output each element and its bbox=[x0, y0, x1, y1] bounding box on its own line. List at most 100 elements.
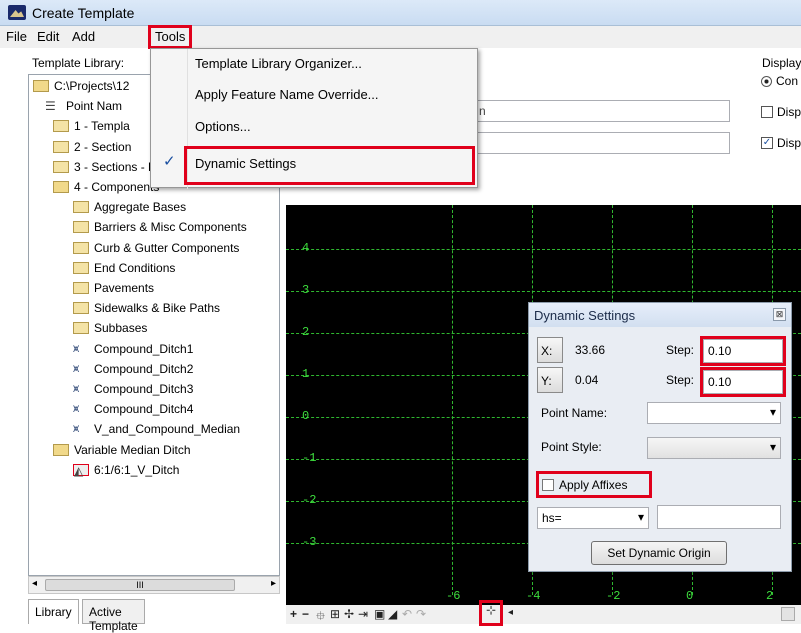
y-step-input[interactable]: 0.10 bbox=[700, 367, 786, 397]
window-title: Create Template bbox=[32, 5, 135, 21]
x-axis-label: -4 bbox=[526, 589, 541, 603]
tree-node[interactable]: Barriers & Misc Components bbox=[73, 218, 247, 236]
tab-library[interactable]: Library bbox=[28, 599, 79, 624]
template-library-label: Template Library: bbox=[32, 56, 125, 70]
y-lock-button[interactable]: Y: bbox=[537, 367, 563, 393]
undo-icon[interactable]: ↶ bbox=[402, 607, 412, 621]
checkbox-icon[interactable] bbox=[761, 106, 773, 118]
scroll-left-icon[interactable]: ◂ bbox=[32, 578, 37, 589]
tab-active-template[interactable]: Active Template bbox=[82, 599, 145, 633]
folder-icon bbox=[73, 261, 89, 274]
tree-node-label: Compound_Ditch3 bbox=[94, 382, 194, 396]
menu-item-options[interactable]: Options... bbox=[195, 119, 251, 134]
close-icon[interactable]: ⊠ bbox=[773, 308, 786, 321]
menu-file[interactable]: File bbox=[2, 28, 31, 46]
y-axis-label: 3 bbox=[302, 283, 310, 297]
tree-node[interactable]: Aggregate Bases bbox=[73, 198, 186, 216]
window-icon[interactable]: ▣ bbox=[374, 607, 385, 621]
template-selected-icon: ◭ bbox=[73, 463, 89, 477]
tree-node[interactable]: End Conditions bbox=[73, 259, 175, 277]
scroll-thumb[interactable]: III bbox=[45, 579, 235, 591]
display-label: Display bbox=[762, 56, 801, 70]
tree-node[interactable]: Sidewalks & Bike Paths bbox=[73, 299, 220, 317]
folder-open-icon bbox=[53, 181, 69, 193]
dynamic-settings-label: Dynamic Settings bbox=[195, 156, 297, 171]
point-style-select[interactable] bbox=[647, 437, 781, 459]
pan-icon[interactable]: ✢ bbox=[344, 607, 354, 621]
menu-add[interactable]: Add bbox=[68, 28, 99, 46]
tree-node[interactable]: ◭ 6:1/6:1_V_Ditch bbox=[73, 461, 179, 479]
grid-line bbox=[286, 249, 801, 250]
menu-item-dynamic-settings[interactable]: Dynamic Settings bbox=[184, 146, 475, 185]
display-check2-label: Disp bbox=[777, 136, 801, 150]
x-value: 33.66 bbox=[575, 343, 606, 357]
apply-affixes-checkbox[interactable]: Apply Affixes bbox=[536, 471, 652, 498]
tree-horizontal-scrollbar[interactable]: ◂ III ▸ bbox=[28, 576, 280, 594]
redo-icon[interactable]: ↷ bbox=[416, 607, 426, 621]
affix-value-input[interactable] bbox=[657, 505, 781, 529]
affix-mode-select[interactable]: hs= bbox=[537, 507, 649, 529]
folder-icon bbox=[73, 282, 89, 294]
resize-grip[interactable] bbox=[781, 607, 795, 621]
apply-affixes-label: Apply Affixes bbox=[559, 477, 628, 492]
checkbox-checked-icon[interactable]: ✓ bbox=[761, 137, 773, 149]
folder-icon bbox=[73, 302, 89, 315]
point-name-select[interactable] bbox=[647, 402, 781, 424]
display-check2[interactable]: ✓ Disp bbox=[761, 136, 801, 150]
x-step-label: Step: bbox=[666, 343, 695, 357]
template-icon: ⩙ bbox=[73, 383, 80, 395]
tree-node[interactable]: 1 - Templa bbox=[53, 117, 130, 135]
minus-icon[interactable]: − bbox=[302, 607, 309, 621]
tree-node-label: V_and_Compound_Median bbox=[94, 422, 241, 437]
tree-node[interactable]: ⩙ V_and_Compound_Median bbox=[73, 420, 240, 438]
x-step-input[interactable]: 0.10 bbox=[700, 336, 786, 366]
tree-node-label: Curb & Gutter Components bbox=[94, 240, 240, 255]
tree-node[interactable]: ☰ Point Nam bbox=[45, 97, 122, 115]
menu-edit[interactable]: Edit bbox=[33, 28, 63, 46]
dynamic-settings-icon[interactable]: ⊹ bbox=[479, 600, 503, 626]
tree-node[interactable]: 2 - Section bbox=[53, 138, 131, 156]
display-check1[interactable]: Disp bbox=[761, 105, 801, 119]
tree-node[interactable]: Pavements bbox=[73, 279, 154, 297]
grid-line bbox=[286, 291, 801, 292]
tree-node[interactable]: ⩙ Compound_Ditch3 bbox=[73, 380, 193, 398]
menu-bar: File Edit Add Tools bbox=[0, 25, 801, 49]
folder-icon bbox=[73, 241, 89, 254]
tree-node[interactable]: 4 - Components bbox=[53, 178, 159, 196]
tree-node[interactable]: ⩙ Compound_Ditch2 bbox=[73, 360, 193, 378]
y-step-label: Step: bbox=[666, 373, 695, 387]
pan-icon[interactable]: ⇥ bbox=[358, 607, 368, 621]
scroll-left-icon[interactable]: ◂ bbox=[508, 607, 513, 618]
chart-icon[interactable]: ◢ bbox=[388, 607, 397, 621]
menu-tools[interactable]: Tools bbox=[147, 25, 193, 49]
tree-node[interactable]: Curb & Gutter Components bbox=[73, 239, 239, 257]
fit-icon[interactable]: ⊞ bbox=[330, 607, 340, 621]
grid-line bbox=[452, 205, 453, 595]
tree-node[interactable]: Subbases bbox=[73, 319, 147, 337]
template-icon: ⩙ bbox=[73, 362, 80, 375]
display-check1-label: Disp bbox=[777, 105, 801, 119]
folder-icon bbox=[73, 322, 89, 335]
menu-item-template-library-organizer[interactable]: Template Library Organizer... bbox=[195, 56, 362, 71]
set-dynamic-origin-button[interactable]: Set Dynamic Origin bbox=[591, 541, 727, 565]
folder-open-icon bbox=[33, 80, 49, 92]
y-axis-label: -1 bbox=[302, 451, 317, 465]
display-radio[interactable]: Con bbox=[761, 74, 798, 88]
tree-node[interactable]: ⩙ Compound_Ditch4 bbox=[73, 400, 193, 418]
menu-item-apply-feature-name-override[interactable]: Apply Feature Name Override... bbox=[195, 87, 379, 102]
x-axis-label: 0 bbox=[686, 589, 694, 603]
tree-node[interactable]: Variable Median Ditch bbox=[53, 441, 191, 459]
add-icon[interactable]: + bbox=[290, 607, 297, 621]
radio-selected-icon[interactable] bbox=[761, 75, 772, 87]
tree-node[interactable]: ⩙ Compound_Ditch1 bbox=[73, 340, 193, 358]
checkbox-icon[interactable] bbox=[542, 478, 554, 491]
tree-node[interactable]: C:\Projects\12 bbox=[33, 77, 129, 95]
x-lock-button[interactable]: X: bbox=[537, 337, 563, 363]
zoom-icon[interactable]: ⯐ bbox=[316, 607, 325, 628]
tree-node-label: End Conditions bbox=[94, 260, 176, 275]
scroll-right-icon[interactable]: ▸ bbox=[271, 578, 276, 589]
title-bar: Create Template bbox=[0, 0, 801, 26]
tree-node-label: Barriers & Misc Components bbox=[94, 220, 247, 235]
folder-icon bbox=[53, 160, 69, 173]
template-icon: ⩙ bbox=[73, 403, 80, 416]
